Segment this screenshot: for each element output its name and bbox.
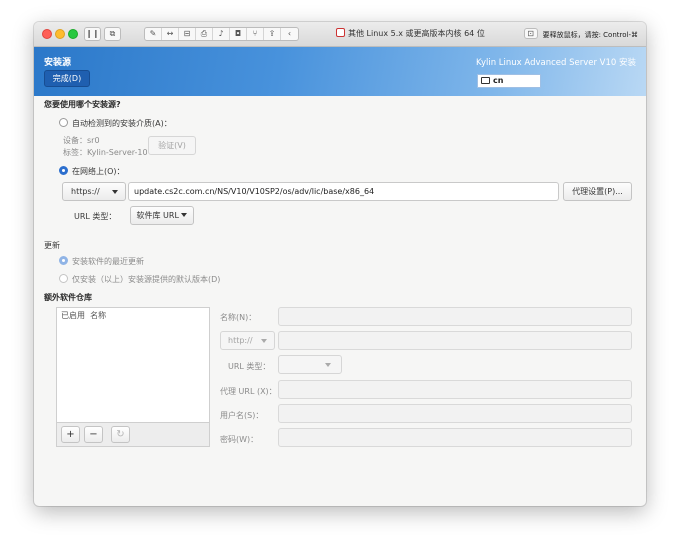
close-window-button[interactable] (42, 29, 52, 39)
repo-name-input[interactable] (278, 307, 632, 326)
keyboard-layout-text: cn (493, 76, 504, 85)
default-version-radio[interactable] (59, 274, 68, 283)
url-type-label: URL 类型： (74, 212, 117, 221)
release-hint-text: 要释放鼠标，请按: Control-⌘ (542, 31, 638, 39)
source-question: 您要使用哪个安装源? (44, 100, 121, 109)
network-radio[interactable] (59, 166, 68, 175)
repo-protocol-dropdown[interactable]: http:// (220, 331, 275, 350)
vm-window: ❙❙ ⧉ ✎ ↔ ⊟ ⎙ ♪ ◘ ⑂ ⇪ ‹ 其他 Linux 5.x 或更高版… (34, 22, 646, 506)
name-column-header[interactable]: 名称 (90, 311, 106, 320)
repo-list-header: 已启用 名称 (61, 310, 106, 321)
chevron-down-icon (261, 339, 267, 343)
repo-url-type-label: URL 类型： (228, 362, 271, 371)
vm-os-icon (336, 28, 345, 37)
chevron-down-icon (112, 190, 118, 194)
add-repo-button[interactable]: + (61, 426, 80, 443)
usb-icon[interactable]: ⑂ (247, 28, 264, 40)
verify-button[interactable]: 验证(V) (148, 136, 196, 155)
repo-username-label: 用户名(S)： (220, 411, 264, 420)
product-title: Kylin Linux Advanced Server V10 安装 (476, 58, 636, 68)
source-url-input[interactable]: update.cs2c.com.cn/NS/V10/V10SP2/os/adv/… (128, 182, 559, 201)
tag-label: 标签：Kylin-Server-10 (63, 148, 148, 157)
share-icon[interactable]: ⇪ (264, 28, 281, 40)
repo-proxy-url-input[interactable] (278, 380, 632, 399)
repo-proxy-url-label: 代理 URL (X)： (220, 387, 277, 396)
settings-wrench-icon[interactable]: ✎ (145, 28, 162, 40)
chevron-down-icon (325, 363, 331, 367)
auto-detect-label: 自动检测到的安装介质(A)： (72, 119, 172, 128)
keyboard-layout-indicator[interactable]: cn (477, 74, 541, 88)
latest-updates-radio[interactable] (59, 256, 68, 265)
installer-header: 安装源 完成(D) Kylin Linux Advanced Server V1… (34, 47, 646, 96)
keyboard-icon (481, 77, 490, 84)
repo-list[interactable]: 已启用 名称 (56, 307, 210, 423)
speaker-icon[interactable]: ♪ (213, 28, 230, 40)
proxy-settings-button[interactable]: 代理设置(P)... (563, 182, 632, 201)
window-titlebar: ❙❙ ⧉ ✎ ↔ ⊟ ⎙ ♪ ◘ ⑂ ⇪ ‹ 其他 Linux 5.x 或更高版… (34, 22, 646, 47)
done-button[interactable]: 完成(D) (44, 70, 90, 87)
printer-icon[interactable]: ⎙ (196, 28, 213, 40)
snapshot-icon[interactable]: ⧉ (104, 27, 121, 41)
disk-icon[interactable]: ⊟ (179, 28, 196, 40)
extra-repos-title: 额外软件仓库 (44, 293, 92, 302)
chevron-left-icon[interactable]: ‹ (281, 28, 298, 40)
fullscreen-icon[interactable]: ⊡ (523, 28, 538, 39)
remove-repo-button[interactable]: − (84, 426, 103, 443)
network-label: 在网络上(O)： (72, 167, 125, 176)
latest-updates-label: 安装软件的最近更新 (72, 257, 144, 266)
repo-url-type-dropdown[interactable] (278, 355, 342, 374)
protocol-value: https:// (71, 187, 100, 196)
repo-username-input[interactable] (278, 404, 632, 423)
page-title: 安装源 (44, 58, 72, 68)
repo-url-input[interactable] (278, 331, 632, 350)
protocol-dropdown[interactable]: https:// (62, 182, 126, 201)
updates-title: 更新 (44, 241, 60, 250)
minimize-window-button[interactable] (55, 29, 65, 39)
repo-password-label: 密码(W)： (220, 435, 259, 444)
vm-title-text: 其他 Linux 5.x 或更高版本内核 64 位 (348, 29, 485, 38)
release-mouse-hint: ⊡ 要释放鼠标，请按: Control-⌘ (523, 28, 638, 40)
vm-title: 其他 Linux 5.x 或更高版本内核 64 位 (336, 28, 485, 39)
chevron-down-icon (181, 213, 188, 217)
enabled-column-header[interactable]: 已启用 (61, 311, 85, 320)
pause-icon[interactable]: ❙❙ (84, 27, 101, 41)
default-version-label: 仅安装（以上）安装源提供的默认版本(D) (72, 275, 221, 284)
url-type-dropdown[interactable]: 软件库 URL (130, 206, 194, 225)
device-label: 设备：sr0 (63, 136, 100, 145)
vm-toolbar-group: ✎ ↔ ⊟ ⎙ ♪ ◘ ⑂ ⇪ ‹ (144, 27, 299, 41)
repo-protocol-value: http:// (228, 336, 253, 345)
auto-detect-radio[interactable] (59, 118, 68, 127)
arrows-icon[interactable]: ↔ (162, 28, 179, 40)
camera-icon[interactable]: ◘ (230, 28, 247, 40)
repo-name-label: 名称(N)： (220, 313, 257, 322)
zoom-window-button[interactable] (68, 29, 78, 39)
repo-toolbar: + − ↻ (56, 423, 210, 447)
refresh-icon[interactable]: ↻ (111, 426, 130, 443)
url-type-value: 软件库 URL (136, 211, 179, 220)
repo-password-input[interactable] (278, 428, 632, 447)
